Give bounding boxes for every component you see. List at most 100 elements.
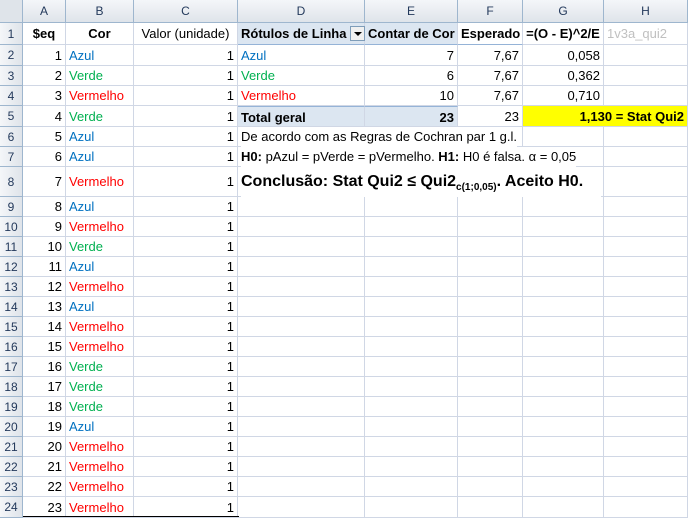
- row-header-9[interactable]: 9: [0, 197, 23, 217]
- seq-cell[interactable]: 14: [23, 317, 66, 337]
- row-header-14[interactable]: 14: [0, 297, 23, 317]
- grid-cell[interactable]: [458, 457, 523, 477]
- cor-cell[interactable]: Verde: [66, 377, 134, 397]
- grid-cell[interactable]: [604, 317, 688, 337]
- grid-cell[interactable]: [365, 497, 458, 518]
- grid-cell[interactable]: [604, 217, 688, 237]
- valor-cell[interactable]: 1: [134, 167, 238, 197]
- valor-cell[interactable]: 1: [134, 257, 238, 277]
- seq-cell[interactable]: 11: [23, 257, 66, 277]
- valor-cell[interactable]: 1: [134, 477, 238, 497]
- row-header-11[interactable]: 11: [0, 237, 23, 257]
- seq-cell[interactable]: 5: [23, 127, 66, 147]
- column-header-c[interactable]: C: [134, 0, 238, 23]
- grid-cell[interactable]: [523, 357, 604, 377]
- header-seq[interactable]: $eq: [23, 23, 66, 45]
- pivot-total-expected[interactable]: 23: [458, 106, 523, 127]
- grid-cell[interactable]: [523, 257, 604, 277]
- seq-cell[interactable]: 23: [23, 497, 66, 518]
- pivot-row-label[interactable]: Vermelho: [238, 86, 365, 106]
- row-header-5[interactable]: 5: [0, 106, 23, 127]
- grid-cell[interactable]: [238, 497, 365, 518]
- grid-cell[interactable]: [365, 337, 458, 357]
- row-header-2[interactable]: 2: [0, 45, 23, 66]
- grid-cell[interactable]: [458, 377, 523, 397]
- valor-cell[interactable]: 1: [134, 237, 238, 257]
- row-header-22[interactable]: 22: [0, 457, 23, 477]
- grid-cell[interactable]: [523, 277, 604, 297]
- seq-cell[interactable]: 17: [23, 377, 66, 397]
- grid-cell[interactable]: [604, 297, 688, 317]
- grid-cell[interactable]: [458, 277, 523, 297]
- pivot-row-chi-component[interactable]: 0,710: [523, 86, 604, 106]
- grid-cell[interactable]: [458, 497, 523, 518]
- cor-cell[interactable]: Azul: [66, 257, 134, 277]
- grid-cell[interactable]: [238, 277, 365, 297]
- seq-cell[interactable]: 6: [23, 147, 66, 167]
- column-header-b[interactable]: B: [66, 0, 134, 23]
- grid-cell[interactable]: [238, 217, 365, 237]
- row-header-10[interactable]: 10: [0, 217, 23, 237]
- grid-cell[interactable]: [365, 297, 458, 317]
- pivot-row-label[interactable]: Verde: [238, 66, 365, 86]
- cor-cell[interactable]: Azul: [66, 417, 134, 437]
- grid-cell[interactable]: [523, 337, 604, 357]
- seq-cell[interactable]: 21: [23, 457, 66, 477]
- cor-cell[interactable]: Verde: [66, 66, 134, 86]
- grid-cell[interactable]: [604, 45, 688, 66]
- grid-cell[interactable]: [238, 257, 365, 277]
- header-formula[interactable]: =(O - E)^2/E: [523, 23, 604, 45]
- seq-cell[interactable]: 16: [23, 357, 66, 377]
- grid-cell[interactable]: [604, 66, 688, 86]
- grid-cell[interactable]: [523, 417, 604, 437]
- select-all-corner[interactable]: [0, 0, 23, 23]
- valor-cell[interactable]: 1: [134, 497, 238, 518]
- cor-cell[interactable]: Verde: [66, 237, 134, 257]
- row-header-19[interactable]: 19: [0, 397, 23, 417]
- grid-cell[interactable]: [604, 277, 688, 297]
- grid-cell[interactable]: [238, 417, 365, 437]
- grid-cell[interactable]: [604, 417, 688, 437]
- seq-cell[interactable]: 7: [23, 167, 66, 197]
- seq-cell[interactable]: 15: [23, 337, 66, 357]
- grid-cell[interactable]: [365, 417, 458, 437]
- valor-cell[interactable]: 1: [134, 297, 238, 317]
- seq-cell[interactable]: 3: [23, 86, 66, 106]
- column-header-e[interactable]: E: [365, 0, 458, 23]
- row-header-18[interactable]: 18: [0, 377, 23, 397]
- valor-cell[interactable]: 1: [134, 217, 238, 237]
- seq-cell[interactable]: 10: [23, 237, 66, 257]
- grid-cell[interactable]: [523, 297, 604, 317]
- grid-cell[interactable]: [238, 357, 365, 377]
- column-header-h[interactable]: H: [604, 0, 688, 23]
- grid-cell[interactable]: [523, 217, 604, 237]
- seq-cell[interactable]: 2: [23, 66, 66, 86]
- grid-cell[interactable]: [458, 337, 523, 357]
- grid-cell[interactable]: [365, 257, 458, 277]
- grid-cell[interactable]: [523, 457, 604, 477]
- valor-cell[interactable]: 1: [134, 457, 238, 477]
- pivot-total-label[interactable]: Total geral: [238, 106, 365, 127]
- valor-cell[interactable]: 1: [134, 86, 238, 106]
- cor-cell[interactable]: Vermelho: [66, 497, 134, 518]
- filter-dropdown-icon[interactable]: [350, 26, 366, 42]
- cor-cell[interactable]: Vermelho: [66, 277, 134, 297]
- grid-cell[interactable]: [604, 377, 688, 397]
- cor-cell[interactable]: Azul: [66, 197, 134, 217]
- cor-cell[interactable]: Azul: [66, 147, 134, 167]
- grid-cell[interactable]: [238, 237, 365, 257]
- valor-cell[interactable]: 1: [134, 357, 238, 377]
- row-header-7[interactable]: 7: [0, 147, 23, 167]
- grid-cell[interactable]: [458, 417, 523, 437]
- grid-cell[interactable]: [604, 197, 688, 217]
- valor-cell[interactable]: 1: [134, 337, 238, 357]
- seq-cell[interactable]: 1: [23, 45, 66, 66]
- pivot-row-label[interactable]: Azul: [238, 45, 365, 66]
- valor-cell[interactable]: 1: [134, 277, 238, 297]
- grid-cell[interactable]: [238, 197, 365, 217]
- grid-cell[interactable]: [458, 237, 523, 257]
- cor-cell[interactable]: Vermelho: [66, 86, 134, 106]
- column-header-g[interactable]: G: [523, 0, 604, 23]
- grid-cell[interactable]: [523, 477, 604, 497]
- grid-cell[interactable]: [365, 477, 458, 497]
